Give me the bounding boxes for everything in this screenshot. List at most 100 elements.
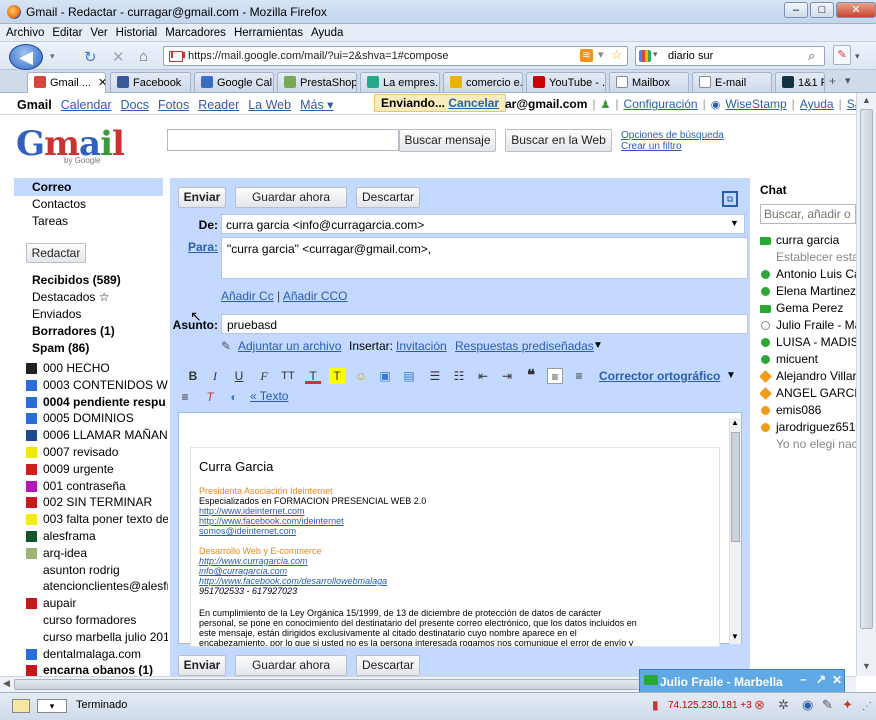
numbered-list-icon[interactable]: ☰ [427, 368, 443, 384]
discard-button-bottom[interactable]: Descartar [356, 655, 420, 676]
addon-toolbar-icon[interactable]: ✎ [833, 45, 851, 65]
google-search-engine-icon[interactable] [639, 50, 651, 62]
stop-icon[interactable]: ✕ [112, 48, 125, 66]
url-dropdown-icon[interactable]: ▾ [598, 48, 604, 61]
indent-less-icon[interactable]: ⇤ [475, 368, 491, 384]
canned-responses-link[interactable]: Respuestas prediseñadas [455, 339, 594, 353]
tab-email[interactable]: E-mail [692, 72, 772, 92]
save-now-button-bottom[interactable]: Guardar ahora [235, 655, 347, 676]
chat-contact[interactable]: Antonio Luis Ca [760, 266, 856, 283]
window-titlebar[interactable]: Gmail - Redactar - curragar@gmail.com - … [0, 0, 876, 24]
align-center-icon[interactable]: ≡ [571, 368, 587, 384]
nav-tareas[interactable]: Tareas [14, 213, 168, 230]
add-bcc-link[interactable]: Añadir CCO [283, 289, 348, 303]
page-scroll-thumb[interactable] [860, 109, 873, 629]
menu-archivo[interactable]: Archivo [6, 27, 44, 39]
send-button[interactable]: Enviar [178, 187, 226, 208]
menu-marcadores[interactable]: Marcadores [165, 27, 226, 39]
menu-ayuda[interactable]: Ayuda [311, 27, 343, 39]
maximize-button[interactable]: □ [810, 2, 834, 18]
label-item[interactable]: 0009 urgente [26, 461, 168, 478]
gbar-gmail[interactable]: Gmail [17, 98, 52, 112]
insert-image-icon[interactable]: ▣ [377, 368, 393, 384]
page-scroll-up-icon[interactable]: ▲ [862, 95, 871, 105]
tab-facebook[interactable]: Facebook [110, 72, 191, 92]
folder-item[interactable]: Borradores (1) [14, 323, 168, 340]
signature-link[interactable]: http://www.ideinternet.com [199, 506, 305, 516]
wisestamp-link[interactable]: WiseStamp [725, 97, 786, 111]
label-item[interactable]: aupair [26, 595, 168, 612]
status-stop-icon[interactable]: ⊗ [754, 697, 765, 713]
attach-file-link[interactable]: Adjuntar un archivo [238, 339, 341, 353]
label-item[interactable]: 002 SIN TERMINAR [26, 494, 168, 511]
gbar-reader[interactable]: Reader [198, 98, 239, 112]
tab-youtube[interactable]: YouTube - ... [526, 72, 606, 92]
to-field[interactable]: "curra garcia" <curragar@gmail.com>, [221, 237, 748, 279]
chat-minimize-icon[interactable]: – [800, 672, 807, 686]
help-link[interactable]: Ayuda [800, 97, 834, 111]
spell-dropdown-icon[interactable]: ▼ [726, 370, 736, 381]
canned-dropdown-icon[interactable]: ▼ [593, 340, 603, 351]
settings-link[interactable]: Configuración [624, 97, 698, 111]
signature-link[interactable]: http://www.facebook.com/ideinternet [199, 516, 344, 526]
bold-icon[interactable]: B [185, 368, 201, 384]
popout-compose-icon[interactable]: ⧉ [722, 191, 738, 207]
label-item[interactable]: 0007 revisado [26, 444, 168, 461]
tab-scroll-icon[interactable]: + [829, 74, 836, 88]
label-item[interactable]: curso formadores [26, 612, 168, 629]
from-select[interactable]: curra garcia <info@curragarcia.com> ▼ [221, 214, 745, 234]
gbar-docs[interactable]: Docs [120, 98, 148, 112]
search-magnifier-icon[interactable]: ⌕ [808, 48, 815, 64]
search-web-button[interactable]: Buscar en la Web [505, 129, 612, 152]
status-gear-icon[interactable]: ✲ [778, 697, 789, 713]
gbar-laweb[interactable]: La Web [248, 98, 291, 112]
remove-formatting-icon[interactable]: T [202, 389, 218, 405]
signature-link[interactable]: http://www.facebook.com/desarrollowebmal… [199, 576, 387, 586]
label-item[interactable]: 001 contraseña [26, 478, 168, 495]
bookmark-star-icon[interactable]: ☆ [611, 47, 623, 63]
tab-close-icon[interactable]: ✕ [98, 77, 105, 89]
url-text[interactable]: https://mail.google.com/mail/?ui=2&shva=… [188, 50, 448, 62]
font-family-icon[interactable]: F [256, 368, 272, 384]
search-mail-button[interactable]: Buscar mensaje [399, 129, 496, 152]
font-size-icon[interactable]: TT [280, 368, 296, 384]
chat-popout-icon[interactable]: ↗ [816, 672, 826, 686]
page-scroll-down-icon[interactable]: ▼ [862, 661, 871, 671]
editor-scrollbar[interactable]: ▲ ▼ [729, 418, 741, 644]
compose-button[interactable]: Redactar [26, 243, 86, 263]
emoticon-icon[interactable]: ☺ [353, 368, 369, 384]
editor-scroll-thumb[interactable] [731, 432, 740, 542]
gbar-calendar[interactable]: Calendar [61, 98, 112, 112]
menu-ver[interactable]: Ver [90, 27, 107, 39]
tab-list-icon[interactable]: ▾ [845, 74, 851, 87]
tab-google-calendar[interactable]: Google Cal... [194, 72, 274, 92]
chat-contact[interactable]: Elena Martinez [760, 283, 856, 300]
label-item[interactable]: 0005 DOMINIOS [26, 410, 168, 427]
align-right-icon[interactable]: ≡ [177, 389, 193, 405]
menu-historial[interactable]: Historial [116, 27, 158, 39]
align-left-icon[interactable]: ≡ [547, 368, 563, 384]
status-extension-icon[interactable]: ◉ [802, 697, 813, 713]
label-item[interactable]: 0006 LLAMAR MAÑANA [26, 427, 168, 444]
search-engine-dropdown-icon[interactable]: ▾ [653, 49, 658, 60]
home-icon[interactable]: ⌂ [139, 48, 148, 65]
create-filter-link[interactable]: Crear un filtro [621, 141, 682, 152]
gbar-more[interactable]: Más ▾ [300, 97, 333, 112]
wisestamp-toolbar-icon[interactable]: ◐ [226, 389, 242, 405]
quote-icon[interactable]: ❝ [523, 368, 539, 384]
close-window-button[interactable]: ✕ [836, 2, 876, 18]
menu-editar[interactable]: Editar [52, 27, 82, 39]
browser-search-box[interactable]: ▾ diario sur ⌕ [635, 46, 825, 66]
minimize-button[interactable]: – [784, 2, 808, 18]
status-tool-icon[interactable]: ✎ [822, 697, 833, 713]
to-label-link[interactable]: Para: [178, 240, 218, 254]
chat-contact[interactable]: Alejandro Villar [760, 368, 856, 385]
chat-contact[interactable]: emis086 [760, 402, 856, 419]
url-bar[interactable]: https://mail.google.com/mail/?ui=2&shva=… [163, 46, 628, 66]
tab-mailbox[interactable]: Mailbox [609, 72, 689, 92]
label-item[interactable]: arq-idea [26, 545, 168, 562]
menu-herramientas[interactable]: Herramientas [234, 27, 303, 39]
label-item[interactable]: 003 falta poner texto de [26, 511, 168, 528]
subject-value[interactable]: pruebasd [227, 318, 277, 332]
back-arrow-icon[interactable]: ◀ [9, 44, 43, 70]
